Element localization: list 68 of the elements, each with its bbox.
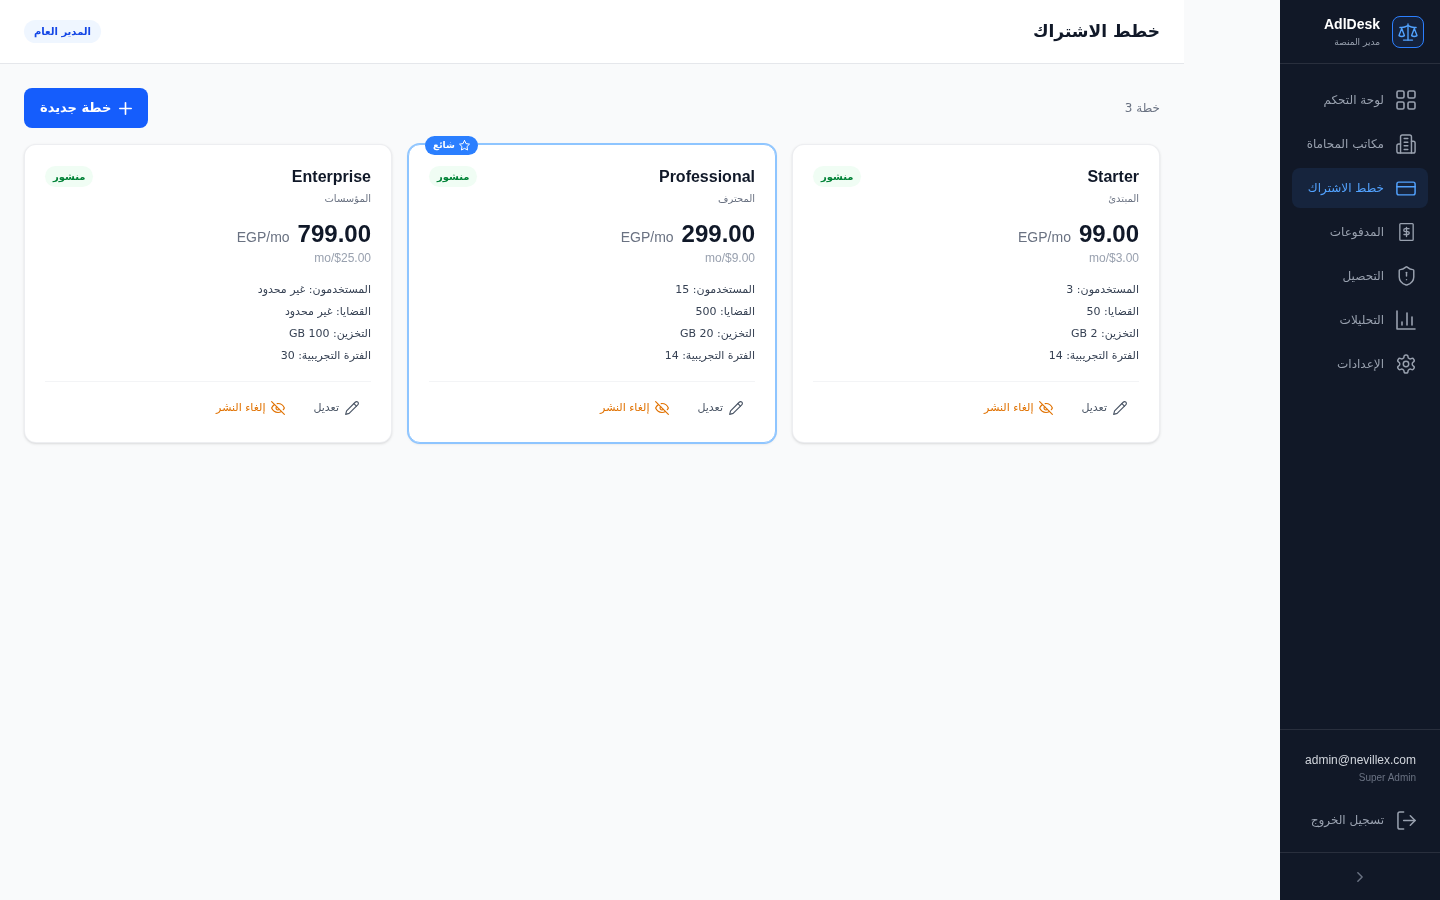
plan-name: Starter — [1087, 167, 1139, 187]
logout-icon — [1396, 810, 1416, 830]
pencil-icon — [345, 401, 359, 415]
edit-button[interactable]: تعديل — [301, 394, 371, 422]
credit-card-icon — [1396, 180, 1416, 196]
plan-name: Enterprise — [291, 167, 371, 187]
eye-off-icon — [271, 401, 286, 415]
page-title: خطط الاشتراك — [1032, 19, 1160, 44]
edit-button[interactable]: تعديل — [1069, 394, 1139, 422]
eye-off-icon — [1039, 401, 1054, 415]
feature-text: القضايا: 500 — [695, 304, 755, 320]
nav-item[interactable]: الإعدادات — [1292, 344, 1428, 384]
settings-icon — [1396, 354, 1416, 374]
popular-badge: شائع — [425, 136, 478, 155]
pencil-icon — [729, 401, 743, 415]
nav-item[interactable]: التحصيل — [1292, 256, 1428, 296]
grid-icon — [1396, 90, 1416, 110]
user-role: Super Admin — [1358, 771, 1416, 785]
nav-item[interactable]: مكاتب المحاماة — [1292, 124, 1428, 164]
plan-subtitle: المؤسسات — [324, 192, 371, 206]
plan-name: Professional — [658, 167, 755, 187]
feature-text: الفترة التجريبية: 14 — [1048, 348, 1139, 364]
feature-text: القضايا: 50 — [1086, 304, 1139, 320]
star-icon — [458, 140, 470, 151]
usd-price: $3.00/mo — [1088, 250, 1139, 266]
chevron-right-icon — [1357, 871, 1363, 882]
usd-price: $25.00/mo — [314, 250, 371, 266]
eye-off-icon — [655, 401, 670, 415]
pencil-icon — [1113, 401, 1127, 415]
receipt-dollar-icon — [1398, 222, 1414, 242]
status-badge: منشور — [45, 166, 94, 187]
scale-logo-icon — [1392, 15, 1424, 48]
building-icon — [1396, 134, 1416, 154]
user-email: admin@nevillex.com — [1305, 752, 1416, 769]
feature-text: الفترة التجريبية: 30 — [280, 348, 371, 364]
role-badge: المدير العام — [24, 20, 102, 43]
plus-icon — [119, 101, 133, 115]
nav-item[interactable]: خطط الاشتراك — [1292, 168, 1428, 208]
feature-text: التخزين: 20 GB — [679, 326, 755, 342]
price: 799.00 — [297, 219, 371, 249]
usd-price: $9.00/mo — [704, 250, 755, 266]
feature-text: الفترة التجريبية: 14 — [664, 348, 755, 364]
feature-text: القضايا: غير محدود — [284, 304, 371, 320]
nav-item[interactable]: لوحة التحكم — [1292, 80, 1428, 120]
edit-button[interactable]: تعديل — [685, 394, 755, 422]
nav-item[interactable]: التحليلات — [1292, 300, 1428, 340]
feature-text: التخزين: 2 GB — [1070, 326, 1139, 342]
price-unit: EGP/mo — [1018, 228, 1071, 247]
plan-subtitle: المبتدئ — [1108, 192, 1139, 206]
brand-subtitle: مدير المنصة — [1334, 35, 1380, 49]
plan-subtitle: المحترف — [718, 192, 755, 206]
price-unit: EGP/mo — [620, 228, 674, 247]
shield-alert-icon — [1397, 266, 1415, 286]
price: 99.00 — [1078, 219, 1139, 249]
brand-name: AdlDesk — [1323, 14, 1380, 34]
feature-text: المستخدمون: 3 — [1066, 282, 1139, 298]
price-unit: EGP/mo — [236, 228, 290, 247]
feature-text: المستخدمون: غير محدود — [257, 282, 371, 298]
feature-text: المستخدمون: 15 — [675, 282, 755, 298]
new-plan-button[interactable]: خطة جديدة — [24, 88, 149, 128]
logout-button[interactable]: تسجيل الخروج — [1292, 800, 1428, 840]
status-badge: منشور — [813, 166, 862, 187]
nav-item[interactable]: المدفوعات — [1292, 212, 1428, 252]
bar-chart-icon — [1396, 310, 1416, 330]
plan-count: خطة 3 — [1124, 100, 1160, 117]
status-badge: منشور — [429, 166, 478, 187]
feature-text: التخزين: 100 GB — [288, 326, 371, 342]
price: 299.00 — [681, 219, 755, 249]
